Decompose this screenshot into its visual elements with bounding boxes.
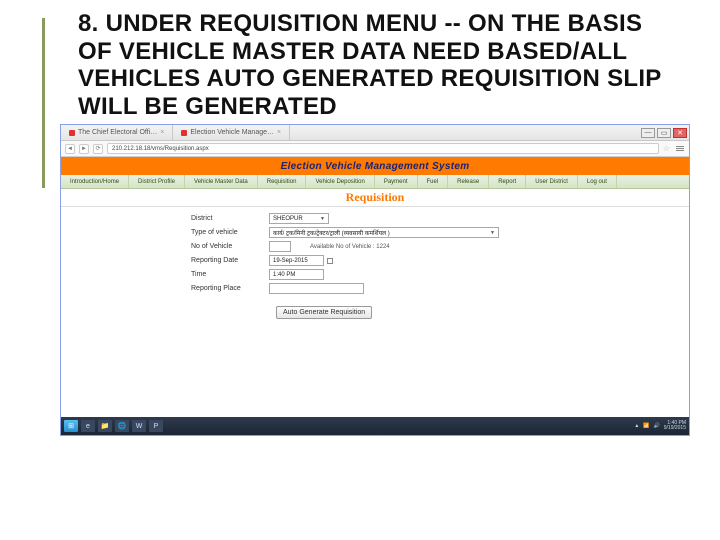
time-input[interactable]: 1:40 PM (269, 269, 324, 280)
volume-icon[interactable]: 🔊 (654, 423, 660, 429)
vehicle-type-select[interactable]: कार्य/ ट्रक/मिनी ट्रक/ट्रेक्टर/ट्राली (व… (269, 227, 499, 238)
district-label: District (191, 215, 269, 222)
reporting-date-label: Reporting Date (191, 257, 269, 264)
app-nav: Introduction/Home District Profile Vehic… (61, 175, 689, 189)
district-select[interactable]: SHEOPUR ▼ (269, 213, 329, 224)
taskbar-app-icon[interactable]: P (149, 420, 163, 432)
no-vehicle-label: No of Vehicle (191, 243, 269, 250)
browser-tab-strip: The Chief Electoral Offi… × Election Veh… (61, 125, 689, 141)
nav-report[interactable]: Report (489, 175, 526, 188)
nav-user-district[interactable]: User District (526, 175, 578, 188)
reload-button[interactable]: ⟳ (93, 144, 103, 154)
hamburger-icon[interactable] (674, 146, 685, 151)
taskbar-app-icon[interactable]: W (132, 420, 146, 432)
favicon-icon (181, 130, 187, 136)
taskbar-app-icon[interactable]: e (81, 420, 95, 432)
nav-payment[interactable]: Payment (375, 175, 418, 188)
section-title: Requisition (61, 189, 689, 207)
minimize-button[interactable]: — (641, 128, 655, 138)
browser-tab[interactable]: The Chief Electoral Offi… × (61, 125, 173, 140)
vehicle-type-label: Type of vehicle (191, 229, 269, 236)
nav-logout[interactable]: Log out (578, 175, 617, 188)
bookmark-icon[interactable]: ☆ (663, 144, 670, 153)
banner-text: Election Vehicle Management System (281, 161, 470, 172)
address-text: 210.212.18.18/vms/Requisition.aspx (112, 146, 209, 152)
nav-fuel[interactable]: Fuel (418, 175, 449, 188)
app-banner: Election Vehicle Management System (61, 157, 689, 175)
back-button[interactable]: ◄ (65, 144, 75, 154)
reporting-date-input[interactable]: 19-Sep-2015 (269, 255, 324, 266)
start-button[interactable]: ⊞ (64, 420, 78, 432)
time-label: Time (191, 271, 269, 278)
district-value: SHEOPUR (273, 216, 303, 222)
taskbar: ⊞ e 📁 🌐 W P ▲ 📶 🔊 1:40 PM 9/19/2015 (61, 417, 689, 435)
no-vehicle-input[interactable] (269, 241, 291, 252)
available-label: Available No of Vehicle : 1224 (310, 244, 390, 250)
calendar-icon[interactable] (327, 258, 333, 264)
tray-icon[interactable]: ▲ (634, 423, 639, 429)
reporting-place-input[interactable] (269, 283, 364, 294)
slide-title: 8. UNDER REQUISITION MENU -- ON THE BASI… (78, 10, 680, 120)
browser-window: The Chief Electoral Offi… × Election Veh… (60, 124, 690, 436)
nav-release[interactable]: Release (448, 175, 489, 188)
network-icon[interactable]: 📶 (643, 423, 649, 429)
tab-label: The Chief Electoral Offi… (78, 129, 157, 136)
address-input[interactable]: 210.212.18.18/vms/Requisition.aspx (107, 143, 659, 154)
close-tab-icon[interactable]: × (277, 129, 281, 136)
taskbar-app-icon[interactable]: 🌐 (115, 420, 129, 432)
forward-button[interactable]: ► (79, 144, 89, 154)
taskbar-app-icon[interactable]: 📁 (98, 420, 112, 432)
nav-requisition[interactable]: Requisition (258, 175, 307, 188)
chevron-down-icon: ▼ (320, 216, 325, 222)
nav-district-profile[interactable]: District Profile (129, 175, 185, 188)
favicon-icon (69, 130, 75, 136)
browser-tab[interactable]: Election Vehicle Manage… × (173, 125, 290, 140)
nav-home[interactable]: Introduction/Home (61, 175, 129, 188)
chevron-down-icon: ▼ (490, 230, 495, 236)
nav-vehicle-master[interactable]: Vehicle Master Data (185, 175, 258, 188)
accent-bar (42, 18, 45, 188)
nav-vehicle-deposition[interactable]: Vehicle Deposition (306, 175, 374, 188)
vehicle-type-value: कार्य/ ट्रक/मिनी ट्रक/ट्रेक्टर/ट्राली (व… (273, 229, 390, 237)
close-button[interactable]: ✕ (673, 128, 687, 138)
taskbar-clock[interactable]: 1:40 PM 9/19/2015 (664, 421, 686, 431)
system-tray[interactable]: ▲ 📶 🔊 1:40 PM 9/19/2015 (634, 421, 686, 431)
maximize-button[interactable]: ▭ (657, 128, 671, 138)
form-area: District SHEOPUR ▼ Type of vehicle कार्य… (61, 207, 689, 417)
reporting-place-label: Reporting Place (191, 285, 269, 292)
tab-label: Election Vehicle Manage… (190, 129, 274, 136)
address-bar-row: ◄ ► ⟳ 210.212.18.18/vms/Requisition.aspx… (61, 141, 689, 157)
auto-generate-requisition-button[interactable]: Auto Generate Requisition (276, 306, 372, 319)
close-tab-icon[interactable]: × (160, 129, 164, 136)
